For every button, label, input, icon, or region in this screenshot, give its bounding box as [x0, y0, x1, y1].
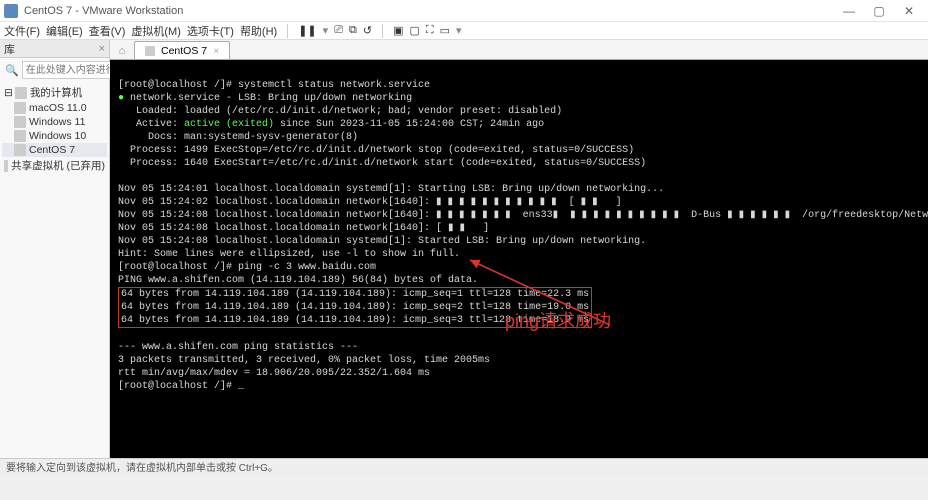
sidebar-close-icon[interactable]: × [99, 43, 105, 55]
pause-button[interactable]: ❚❚ [298, 24, 316, 37]
tab-bar: ⌂ CentOS 7 × [110, 40, 928, 60]
app-icon [4, 4, 18, 18]
term-line: Nov 05 15:24:02 localhost.localdomain ne… [118, 197, 622, 208]
vm-icon [14, 144, 26, 156]
tree-item-macos[interactable]: macOS 11.0 [2, 101, 107, 115]
tab-close-icon[interactable]: × [213, 45, 219, 57]
tree-shared[interactable]: 共享虚拟机 (已弃用) [2, 157, 107, 174]
vm-icon [14, 130, 26, 142]
tree-root[interactable]: ⊟我的计算机 [2, 84, 107, 101]
library-sidebar: 库 × 🔍 ▾ ⊟我的计算机 macOS 11.0 Windows 11 Win… [0, 40, 110, 458]
vm-icon [14, 102, 26, 114]
tree-item-centos7[interactable]: CentOS 7 [2, 143, 107, 157]
snapshot-button[interactable]: ⧉ [349, 24, 357, 37]
menu-separator [287, 24, 288, 38]
fit-button[interactable]: ▭ [440, 24, 450, 37]
menu-tabs[interactable]: 选项卡(T) [187, 23, 234, 39]
term-line: PING www.a.shifen.com (14.119.104.189) 5… [118, 275, 478, 286]
toolbar-separator [382, 24, 383, 38]
term-line: [root@localhost /]# systemctl status net… [118, 80, 430, 91]
term-line: [root@localhost /]# ping -c 3 www.baidu.… [118, 262, 376, 273]
term-line: Nov 05 15:24:08 localhost.localdomain sy… [118, 236, 646, 247]
close-button[interactable]: ✕ [894, 1, 924, 21]
menu-file[interactable]: 文件(F) [4, 23, 40, 39]
menu-vm[interactable]: 虚拟机(M) [131, 23, 181, 39]
statusbar-text: 要将输入定向到该虚拟机，请在虚拟机内部单击或按 Ctrl+G。 [6, 459, 278, 474]
tab-label: CentOS 7 [161, 45, 207, 57]
vm-tree: ⊟我的计算机 macOS 11.0 Windows 11 Windows 10 … [0, 82, 109, 458]
revert-button[interactable]: ↺ [363, 24, 372, 37]
term-line: Nov 05 15:24:01 localhost.localdomain sy… [118, 184, 664, 195]
vm-icon [14, 116, 26, 128]
maximize-button[interactable]: ▢ [864, 1, 894, 21]
home-tab-icon[interactable]: ⌂ [114, 43, 130, 59]
bullet-icon: ● [118, 93, 124, 104]
sidebar-title: 库 [4, 41, 15, 57]
term-line: rtt min/avg/max/mdev = 18.906/20.095/22.… [118, 368, 430, 379]
term-line: [root@localhost /]# _ [118, 381, 244, 392]
term-line: Active: [118, 119, 184, 130]
search-icon: 🔍 [2, 64, 22, 77]
term-line: Process: 1499 ExecStop=/etc/rc.d/init.d/… [118, 145, 634, 156]
term-line: Docs: man:systemd-sysv-generator(8) [118, 132, 358, 143]
term-active: active (exited) [184, 119, 274, 130]
unity-button[interactable]: ▢ [409, 24, 419, 37]
term-line: network.service - LSB: Bring up/down net… [130, 93, 412, 104]
content-area: ⌂ CentOS 7 × [root@localhost /]# systemc… [110, 40, 928, 458]
menu-edit[interactable]: 编辑(E) [46, 23, 83, 39]
devices-button[interactable]: ⎚ [334, 24, 343, 37]
tree-item-win11[interactable]: Windows 11 [2, 115, 107, 129]
menu-view[interactable]: 查看(V) [89, 23, 126, 39]
term-line: Hint: Some lines were ellipsized, use -l… [118, 249, 460, 260]
computer-icon [15, 87, 27, 99]
tab-centos7[interactable]: CentOS 7 × [134, 41, 230, 59]
shared-icon [4, 160, 8, 172]
term-line: --- www.a.shifen.com ping statistics --- [118, 342, 358, 353]
thumbnail-button[interactable]: ▣ [393, 24, 403, 37]
annotation-text: ping请求成功 [505, 315, 611, 328]
term-line: Nov 05 15:24:08 localhost.localdomain ne… [118, 223, 489, 234]
tree-item-win10[interactable]: Windows 10 [2, 129, 107, 143]
minimize-button[interactable]: — [834, 1, 864, 21]
fullscreen-button[interactable]: ⛶ [426, 24, 434, 37]
term-line: 3 packets transmitted, 3 received, 0% pa… [118, 355, 490, 366]
window-title: CentOS 7 - VMware Workstation [24, 5, 834, 17]
vm-terminal[interactable]: [root@localhost /]# systemctl status net… [110, 60, 928, 458]
term-line: since Sun 2023-11-05 15:24:00 CST; 24min… [274, 119, 544, 130]
sidebar-search: 🔍 ▾ [2, 60, 107, 80]
menu-help[interactable]: 帮助(H) [240, 23, 277, 39]
menubar: 文件(F) 编辑(E) 查看(V) 虚拟机(M) 选项卡(T) 帮助(H) ❚❚… [0, 22, 928, 40]
window-titlebar: CentOS 7 - VMware Workstation — ▢ ✕ [0, 0, 928, 22]
term-line: Process: 1640 ExecStart=/etc/rc.d/init.d… [118, 158, 646, 169]
tab-vm-icon [145, 46, 155, 56]
term-line: Nov 05 15:24:08 localhost.localdomain ne… [118, 210, 928, 221]
term-line: Loaded: loaded (/etc/rc.d/init.d/network… [118, 106, 562, 117]
statusbar: 要将输入定向到该虚拟机，请在虚拟机内部单击或按 Ctrl+G。 [0, 458, 928, 474]
sidebar-header: 库 × [0, 40, 109, 58]
